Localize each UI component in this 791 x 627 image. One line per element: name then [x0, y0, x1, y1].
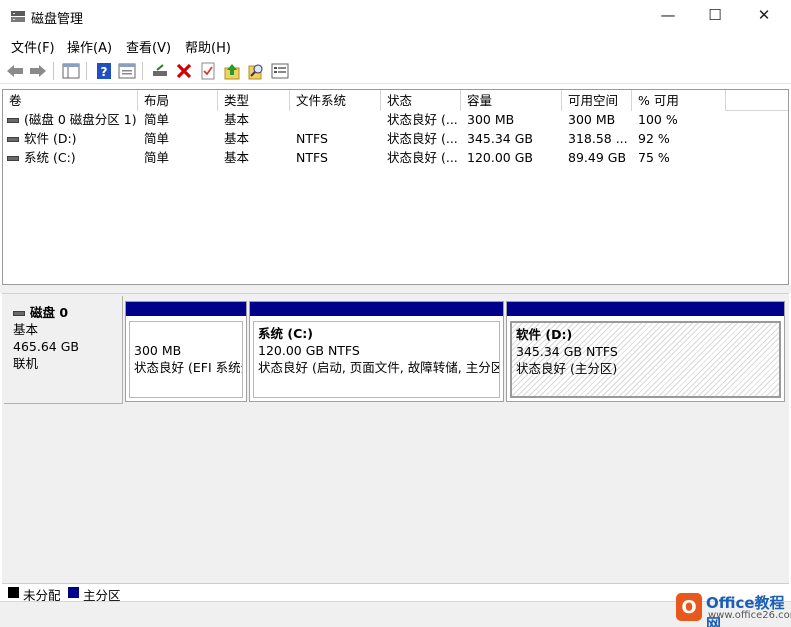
volume-name: 软件 (D:) [24, 131, 77, 146]
partition-size: 345.34 GB NTFS [516, 344, 618, 359]
partition-size: 300 MB [134, 343, 182, 358]
volume-icon [7, 118, 19, 123]
watermark-url: www.office26.com [708, 610, 791, 621]
check-icon[interactable] [198, 61, 218, 81]
disk-size: 465.64 GB [13, 339, 79, 354]
pane-splitter[interactable] [0, 285, 791, 293]
col-header-filesystem[interactable]: 文件系统 [290, 90, 381, 111]
cell-percent-free: 92 % [638, 131, 670, 146]
menu-action[interactable]: 操作(A) [67, 37, 112, 56]
legend: 未分配 主分区 [2, 583, 789, 603]
cell-capacity: 300 MB [467, 112, 515, 127]
connect-icon[interactable] [150, 61, 170, 81]
partition-header [507, 302, 784, 316]
partition-header [250, 302, 503, 316]
svg-text:?: ? [101, 65, 108, 79]
watermark: O Office教程网 www.office26.com [676, 590, 791, 627]
disk-management-icon [11, 11, 25, 22]
partition-efi[interactable]: 300 MB 状态良好 (EFI 系统分区) [125, 301, 247, 402]
partition-system-c[interactable]: 系统 (C:) 120.00 GB NTFS 状态良好 (启动, 页面文件, 故… [249, 301, 504, 402]
window-title: 磁盘管理 [31, 12, 84, 27]
cell-percent-free: 75 % [638, 150, 670, 165]
menu-help[interactable]: 帮助(H) [185, 37, 231, 56]
cell-layout: 简单 [144, 150, 170, 165]
title-bar: 磁盘管理 — ☐ ✕ [0, 0, 791, 33]
disk-title: 磁盘 0 [13, 304, 113, 321]
disk-name: 磁盘 0 [30, 305, 69, 320]
partition-title [134, 325, 238, 342]
menu-bar: 文件(F) 操作(A) 查看(V) 帮助(H) [0, 33, 791, 57]
cell-status: 状态良好 (... [387, 112, 458, 127]
volume-list[interactable]: 卷 布局 类型 文件系统 状态 容量 可用空间 % 可用 (磁盘 0 磁盘分区 … [2, 89, 789, 285]
console-tree-icon[interactable] [61, 61, 81, 81]
disk-label[interactable]: 磁盘 0 基本 465.64 GB 联机 [4, 296, 123, 404]
cell-free-space: 89.49 GB [568, 150, 627, 165]
delete-icon[interactable] [174, 61, 194, 81]
cell-capacity: 120.00 GB [467, 150, 533, 165]
details-icon[interactable] [270, 61, 290, 81]
table-row[interactable]: 软件 (D:) [7, 130, 138, 148]
partition-status: 状态良好 (启动, 页面文件, 故障转储, 主分区 [258, 360, 500, 375]
back-icon[interactable] [5, 61, 25, 81]
cell-status: 状态良好 (... [387, 131, 458, 146]
legend-swatch-primary [68, 587, 79, 598]
col-header-capacity[interactable]: 容量 [461, 90, 562, 111]
volume-icon [7, 137, 19, 142]
volume-name: 系统 (C:) [24, 150, 76, 165]
menu-view[interactable]: 查看(V) [126, 37, 171, 56]
cell-type: 基本 [224, 131, 250, 146]
partition-software-d[interactable]: 软件 (D:) 345.34 GB NTFS 状态良好 (主分区) [506, 301, 785, 402]
cell-type: 基本 [224, 150, 250, 165]
col-header-type[interactable]: 类型 [218, 90, 290, 111]
cell-filesystem: NTFS [296, 150, 328, 165]
toolbar: ? [0, 57, 791, 84]
forward-icon[interactable] [28, 61, 48, 81]
cell-layout: 简单 [144, 131, 170, 146]
partition-size: 120.00 GB NTFS [258, 343, 360, 358]
cell-percent-free: 100 % [638, 112, 678, 127]
col-header-free-space[interactable]: 可用空间 [562, 90, 632, 111]
volume-icon [7, 156, 19, 161]
cell-type: 基本 [224, 112, 250, 127]
status-bar [0, 601, 791, 627]
office-logo-icon: O [676, 593, 702, 621]
cell-layout: 简单 [144, 112, 170, 127]
partition-title: 系统 (C:) [258, 326, 313, 341]
table-row[interactable]: (磁盘 0 磁盘分区 1) [7, 111, 138, 129]
legend-swatch-unallocated [8, 587, 19, 598]
partition-status: 状态良好 (EFI 系统分区) [134, 360, 242, 375]
partition-header [126, 302, 246, 316]
partition-body: 300 MB 状态良好 (EFI 系统分区) [129, 321, 243, 398]
properties-icon[interactable] [117, 61, 137, 81]
cell-capacity: 345.34 GB [467, 131, 533, 146]
close-button[interactable]: ✕ [741, 0, 787, 30]
maximize-button[interactable]: ☐ [692, 0, 738, 30]
volume-name: (磁盘 0 磁盘分区 1) [24, 112, 137, 127]
disk-graph-pane: 磁盘 0 基本 465.64 GB 联机 300 MB 状态良好 (EFI 系统… [2, 293, 789, 583]
partition-body-selected: 软件 (D:) 345.34 GB NTFS 状态良好 (主分区) [510, 321, 781, 398]
disk-type: 基本 [13, 322, 39, 337]
partition-status: 状态良好 (主分区) [516, 361, 618, 376]
toolbar-separator [86, 62, 87, 80]
cell-status: 状态良好 (... [387, 150, 458, 165]
col-header-layout[interactable]: 布局 [138, 90, 218, 111]
disk-status: 联机 [13, 356, 39, 371]
up-icon[interactable] [222, 61, 242, 81]
toolbar-separator [53, 62, 54, 80]
col-header-volume[interactable]: 卷 [3, 90, 138, 111]
toolbar-separator [142, 62, 143, 80]
cell-free-space: 318.58 ... [568, 131, 628, 146]
help-icon[interactable]: ? [94, 61, 114, 81]
cell-free-space: 300 MB [568, 112, 616, 127]
partition-body: 系统 (C:) 120.00 GB NTFS 状态良好 (启动, 页面文件, 故… [253, 321, 500, 398]
col-header-status[interactable]: 状态 [381, 90, 461, 111]
menu-file[interactable]: 文件(F) [11, 37, 55, 56]
cell-filesystem: NTFS [296, 131, 328, 146]
table-row[interactable]: 系统 (C:) [7, 149, 138, 167]
col-header-percent-free[interactable]: % 可用 [632, 90, 726, 111]
disk-icon [13, 311, 25, 316]
partition-title: 软件 (D:) [516, 327, 573, 342]
search-icon[interactable] [246, 61, 266, 81]
minimize-button[interactable]: — [645, 0, 691, 30]
